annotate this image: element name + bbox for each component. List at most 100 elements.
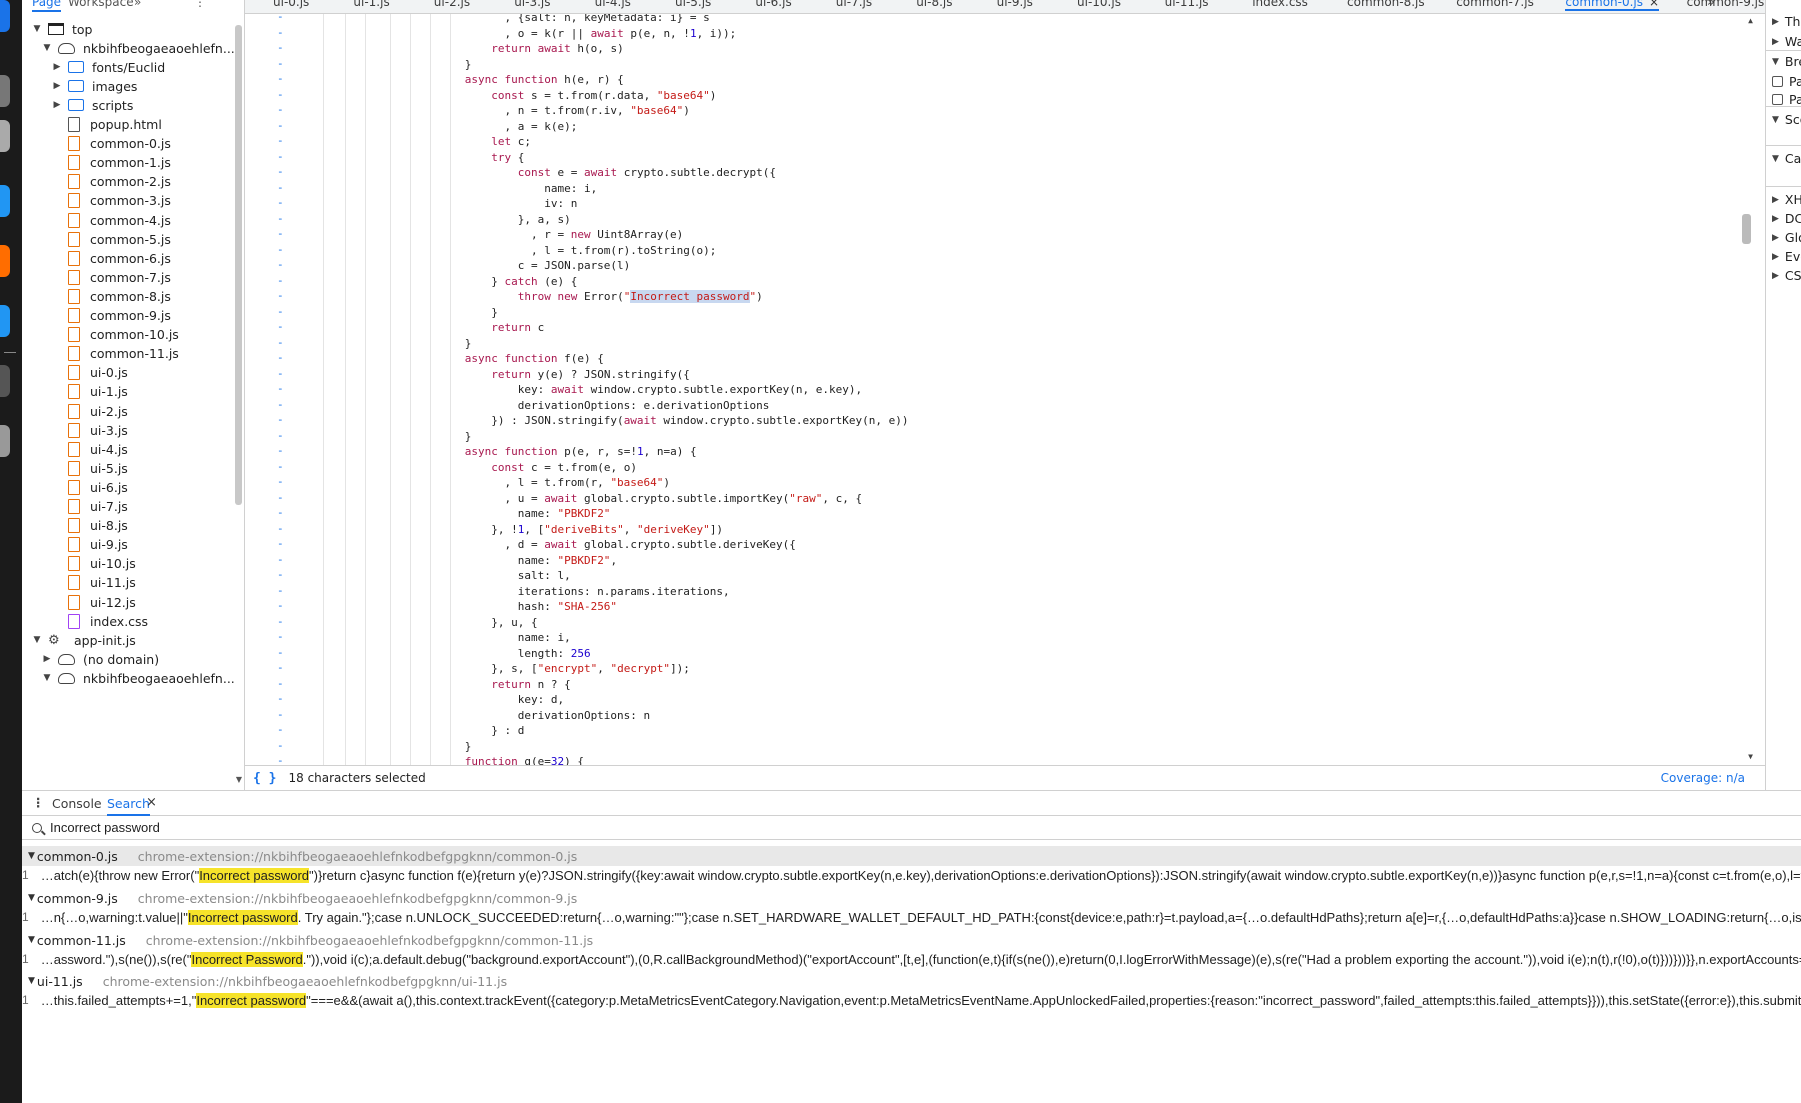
code-line[interactable]: const s = t.from(r.data, "base64") bbox=[425, 88, 716, 104]
expand-open-icon[interactable]: ▼ bbox=[1772, 57, 1779, 67]
pretty-print-icon[interactable]: { } bbox=[253, 771, 276, 786]
editor-tab[interactable]: ui-9.js bbox=[997, 0, 1033, 9]
expand-closed-icon[interactable]: ▶ bbox=[1772, 17, 1779, 27]
result-file-header[interactable]: ▼ common-0.js chrome-extension://nkbihfbeo… bbox=[22, 846, 1801, 866]
code-line[interactable]: , o = k(r || await p(e, n, !1, i)); bbox=[425, 26, 736, 42]
expand-open-icon[interactable]: ▼ bbox=[28, 893, 35, 903]
editor-tab[interactable]: ui-10.js bbox=[1077, 0, 1121, 9]
code-line[interactable]: salt: l, bbox=[425, 568, 571, 584]
debugger-section[interactable]: ▼ Sco bbox=[1772, 112, 1801, 127]
expand-open-icon[interactable]: ▼ bbox=[42, 673, 52, 683]
debugger-section[interactable]: ▶ XH bbox=[1772, 192, 1801, 207]
debugger-section[interactable]: ▼ Bre bbox=[1772, 54, 1801, 69]
app-icon[interactable] bbox=[0, 365, 10, 397]
code-line[interactable]: name: "PBKDF2", bbox=[425, 553, 617, 569]
editor-tab[interactable]: ui-6.js bbox=[755, 0, 791, 9]
code-line[interactable]: key: d, bbox=[425, 692, 564, 708]
code-line[interactable]: return await h(o, s) bbox=[425, 41, 623, 57]
files-icon[interactable] bbox=[0, 120, 10, 152]
editor-scrollbar-thumb[interactable] bbox=[1742, 214, 1751, 244]
more-tabs-icon[interactable]: » bbox=[1707, 0, 1715, 10]
tab-console[interactable]: Console bbox=[52, 796, 102, 811]
expand-closed-icon[interactable]: ▶ bbox=[42, 654, 52, 664]
editor-tab[interactable]: ui-2.js bbox=[434, 0, 470, 9]
expand-closed-icon[interactable]: ▶ bbox=[1772, 233, 1779, 243]
expand-open-icon[interactable]: ▼ bbox=[28, 976, 35, 986]
code-line[interactable]: return y(e) ? JSON.stringify({ bbox=[425, 367, 690, 383]
app-icon[interactable] bbox=[0, 0, 10, 32]
code-line[interactable]: } catch (e) { bbox=[425, 274, 577, 290]
code-line[interactable]: let c; bbox=[425, 134, 531, 150]
result-match-line[interactable]: 1 …assword."),s(ne()),s(re(" Incorrect Pas… bbox=[22, 949, 1801, 969]
code-line[interactable]: , n = t.from(r.iv, "base64") bbox=[425, 103, 689, 119]
search-input[interactable] bbox=[50, 820, 450, 835]
editor-tab[interactable]: ui-0.js bbox=[273, 0, 309, 9]
code-line[interactable]: }, s, ["encrypt", "decrypt"]); bbox=[425, 661, 690, 677]
code-line[interactable]: , a = k(e); bbox=[425, 119, 577, 135]
code-line[interactable]: name: i, bbox=[425, 630, 571, 646]
result-file-header[interactable]: ▼ ui-11.js chrome-extension://nkbihfbeogae… bbox=[22, 971, 1801, 991]
code-line[interactable]: c = JSON.parse(l) bbox=[425, 258, 631, 274]
debugger-section[interactable]: ▶ Wa bbox=[1772, 34, 1801, 49]
code-line[interactable]: derivationOptions: n bbox=[425, 708, 650, 724]
code-line[interactable]: const e = await crypto.subtle.decrypt({ bbox=[425, 165, 776, 181]
pause-checkbox[interactable] bbox=[1772, 76, 1783, 87]
expand-closed-icon[interactable]: ▶ bbox=[52, 100, 62, 110]
debugger-section[interactable]: ▶ Eve bbox=[1772, 249, 1801, 264]
editor-tab[interactable]: ui-5.js bbox=[675, 0, 711, 9]
browser-icon[interactable] bbox=[0, 305, 10, 337]
code-line[interactable]: async function p(e, r, s=!1, n=a) { bbox=[425, 444, 697, 460]
expand-open-icon[interactable]: ▼ bbox=[42, 43, 52, 53]
expand-open-icon[interactable]: ▼ bbox=[28, 851, 35, 861]
expand-closed-icon[interactable]: ▶ bbox=[52, 81, 62, 91]
editor-tab[interactable]: common-9.js bbox=[1687, 0, 1765, 9]
code-line[interactable]: return c bbox=[425, 320, 544, 336]
editor-tab[interactable]: ui-11.js bbox=[1165, 0, 1209, 9]
navigator-scrollbar[interactable] bbox=[235, 25, 242, 505]
code-line[interactable]: name: "PBKDF2" bbox=[425, 506, 611, 522]
code-line[interactable]: , r = new Uint8Array(e) bbox=[425, 227, 683, 243]
expand-open-icon[interactable]: ▼ bbox=[32, 24, 42, 34]
code-line[interactable]: , d = await global.crypto.subtle.deriveK… bbox=[425, 537, 795, 553]
code-line[interactable]: , l = t.from(r).toString(o); bbox=[425, 243, 716, 259]
pause-checkbox[interactable] bbox=[1772, 94, 1783, 105]
expand-closed-icon[interactable]: ▶ bbox=[52, 62, 62, 72]
code-line[interactable]: }, u, { bbox=[425, 615, 537, 631]
code-line[interactable]: hash: "SHA-256" bbox=[425, 599, 617, 615]
debugger-section[interactable]: Pa bbox=[1772, 74, 1801, 89]
tab-page[interactable]: Page bbox=[32, 0, 62, 12]
debugger-section[interactable]: ▶ Glo bbox=[1772, 230, 1801, 245]
coverage-link[interactable]: Coverage: n/a bbox=[1661, 771, 1745, 785]
code-line[interactable]: derivationOptions: e.derivationOptions bbox=[425, 398, 770, 414]
expand-closed-icon[interactable]: ▶ bbox=[1772, 195, 1779, 205]
debugger-section[interactable]: ▼ Ca bbox=[1772, 151, 1801, 166]
editor-tab[interactable]: index.css bbox=[1252, 0, 1308, 9]
editor-tab[interactable]: common-8.js bbox=[1347, 0, 1425, 9]
close-search-tab-icon[interactable]: × bbox=[146, 795, 157, 810]
code-line[interactable]: , l = t.from(r, "base64") bbox=[425, 475, 670, 491]
close-tab-icon[interactable]: × bbox=[1649, 0, 1659, 9]
result-file-header[interactable]: ▼ common-11.js chrome-extension://nkbihfbe… bbox=[22, 930, 1801, 950]
code-line[interactable]: , {salt: n, keyMetadata: i} = s bbox=[425, 14, 709, 26]
expand-open-icon[interactable]: ▼ bbox=[32, 635, 42, 645]
code-line[interactable]: } bbox=[425, 739, 472, 755]
editor-tab[interactable]: ui-1.js bbox=[353, 0, 389, 9]
code-line[interactable]: const c = t.from(e, o) bbox=[425, 460, 637, 476]
debugger-section[interactable]: ▶ Th bbox=[1772, 14, 1800, 29]
expand-closed-icon[interactable]: ▶ bbox=[1772, 271, 1779, 281]
debugger-section[interactable]: Pa bbox=[1772, 92, 1801, 107]
tab-search[interactable]: Search bbox=[107, 796, 150, 816]
scroll-up-icon[interactable]: ▲ bbox=[1748, 16, 1753, 25]
code-line[interactable]: } bbox=[425, 336, 472, 352]
expand-closed-icon[interactable]: ▶ bbox=[1772, 214, 1779, 224]
more-tabs-icon[interactable]: » bbox=[134, 0, 141, 9]
debugger-section[interactable]: ▶ DC bbox=[1772, 211, 1801, 226]
editor-tab[interactable]: ui-4.js bbox=[595, 0, 631, 9]
code-line[interactable]: , u = await global.crypto.subtle.importK… bbox=[425, 491, 862, 507]
debugger-section[interactable]: ▶ CS bbox=[1772, 268, 1801, 283]
code-line[interactable]: } bbox=[425, 429, 472, 445]
expand-closed-icon[interactable]: ▶ bbox=[1772, 37, 1779, 47]
editor-tab[interactable]: ui-3.js bbox=[514, 0, 550, 9]
code-line[interactable]: async function f(e) { bbox=[425, 351, 604, 367]
result-match-line[interactable]: 1 …atch(e){throw new Error(" Incorrect pas… bbox=[22, 865, 1801, 885]
